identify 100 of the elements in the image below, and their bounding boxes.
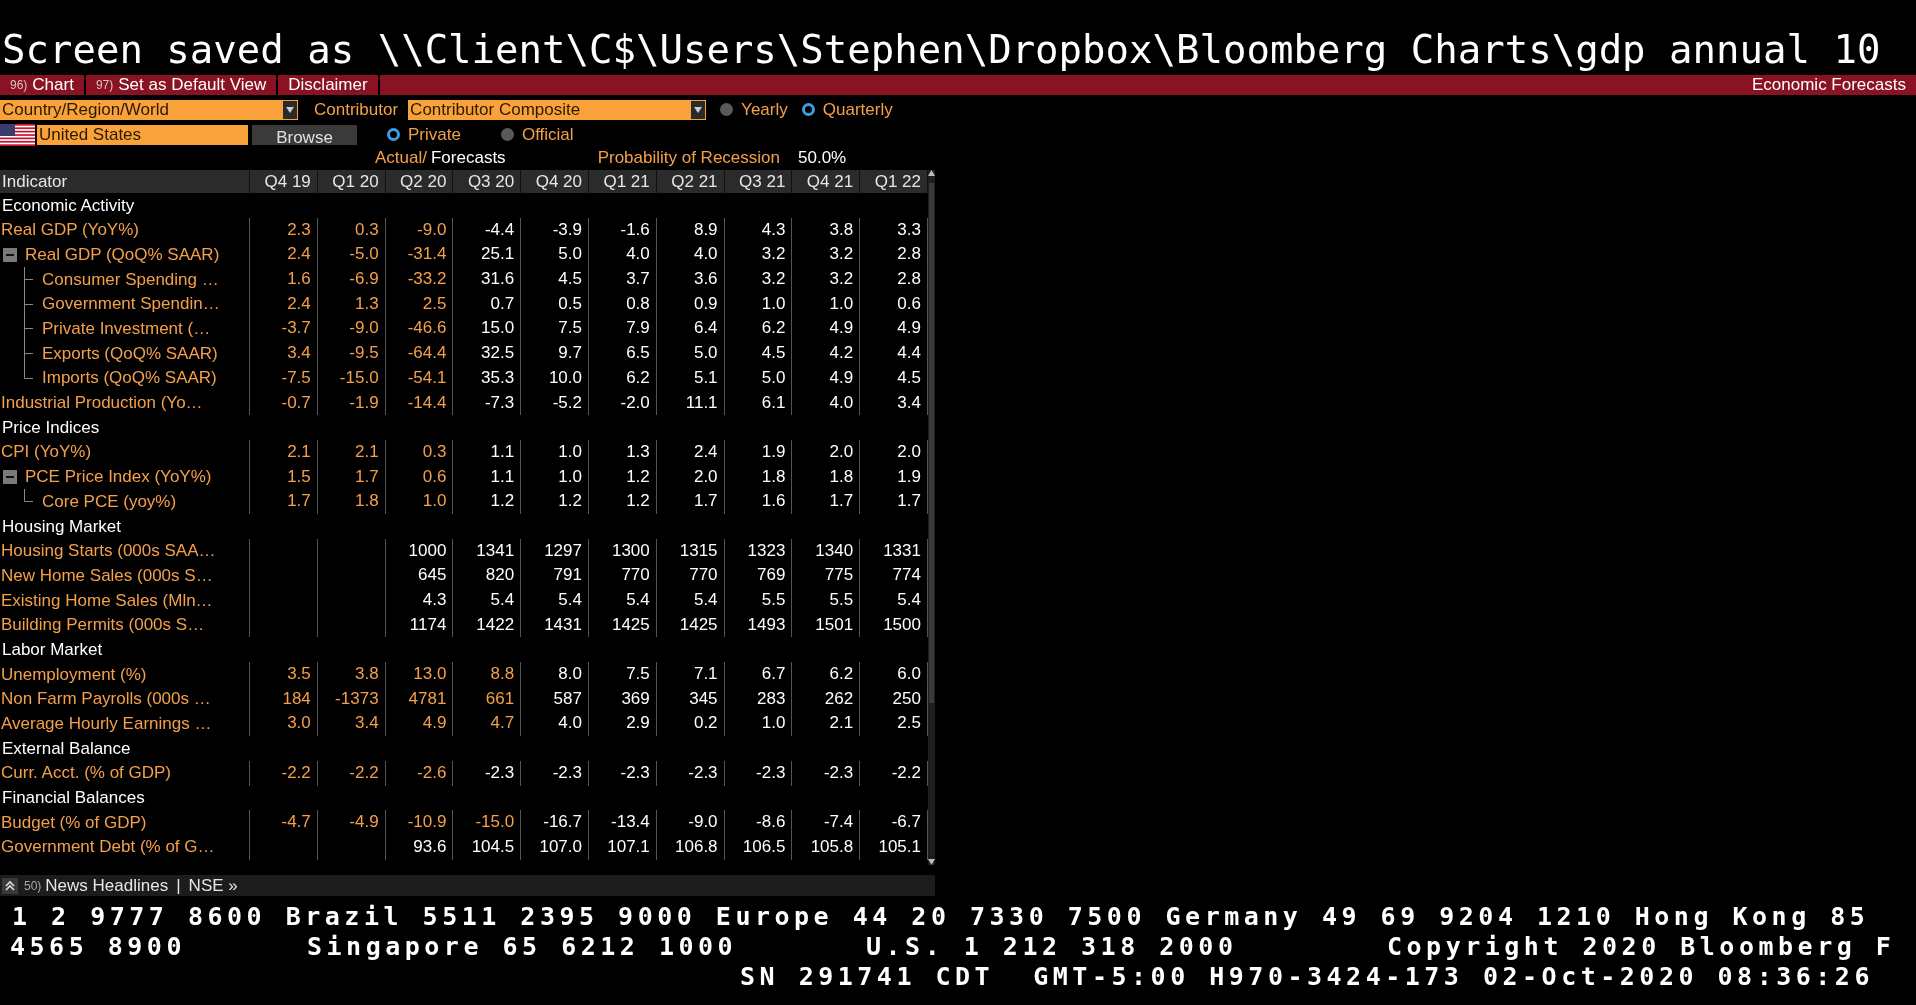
column-header[interactable]: Q3 20 — [453, 170, 522, 193]
radio-option[interactable]: Quarterly — [801, 96, 893, 123]
indicator-label[interactable]: New Home Sales (000s S… — [1, 562, 213, 589]
table-cell: -7.4 — [792, 810, 861, 835]
table-cell: 1297 — [521, 538, 589, 564]
indicator-label[interactable]: Curr. Acct. (% of GDP) — [1, 760, 172, 786]
indicator-label[interactable]: Real GDP (YoY%) — [1, 217, 139, 243]
indicator-label[interactable]: Building Permits (000s S… — [1, 612, 205, 638]
indicator-label[interactable]: Core PCE (yoy%) — [42, 488, 177, 515]
indicator-label[interactable]: CPI (YoY%) — [1, 439, 92, 465]
table-cell: 1323 — [724, 538, 793, 564]
table-cell: -2.2 — [860, 760, 928, 786]
table-cell: 1.7 — [656, 489, 725, 514]
menu-button[interactable]: 96) Chart — [0, 75, 86, 95]
column-header[interactable]: Q1 20 — [317, 170, 386, 193]
table-cell: 2.5 — [385, 291, 454, 317]
indicator-label[interactable]: Budget (% of GDP) — [1, 809, 147, 836]
link[interactable]: NSE » — [188, 872, 238, 899]
section-heading: Labor Market — [1, 638, 103, 661]
separator-text: | — [176, 874, 181, 897]
table-cell: 1.7 — [860, 489, 928, 514]
table-cell: 1.2 — [589, 464, 657, 490]
indicator-label[interactable]: Consumer Spending … — [42, 266, 219, 293]
ticker-text: 1 2 9777 8600 Brazil 5511 2395 9000 Europe 44 20 7330 7500 Germany 49 69 9204 1210 Hong Kong 85 — [12, 902, 1870, 932]
table-cell: 0.9 — [656, 291, 725, 317]
browse-button[interactable]: Browse — [252, 124, 357, 145]
table-cell: 32.5 — [453, 341, 522, 366]
menu-button[interactable]: 97) Set as Default View — [85, 75, 279, 95]
column-header[interactable]: Indicator — [0, 170, 250, 193]
table-cell: 6.4 — [656, 316, 725, 342]
table-cell: 262 — [792, 686, 861, 712]
indicator-label[interactable]: Real GDP (QoQ% SAAR) — [25, 241, 220, 268]
column-header[interactable]: Q4 21 — [792, 170, 861, 193]
table-cell: 9.7 — [521, 341, 589, 366]
table-cell: 0.6 — [385, 464, 454, 490]
table-cell: 2.4 — [250, 291, 318, 317]
collapse-toggle-icon[interactable] — [3, 469, 17, 484]
table-cell: 7.5 — [521, 316, 589, 342]
ticker-text: U.S. 1 212 318 2000 — [866, 932, 1239, 962]
table-cell: 1.1 — [453, 439, 522, 465]
column-header[interactable]: Q2 20 — [385, 170, 454, 193]
indicator-label[interactable]: Average Hourly Earnings … — [1, 711, 212, 737]
indicator-label[interactable]: Housing Starts (000s SAA… — [1, 538, 216, 564]
scroll-down-arrow-icon[interactable] — [928, 859, 935, 865]
table-cell: 4.5 — [724, 341, 793, 366]
dropdown[interactable]: Contributor Composite — [408, 99, 707, 120]
table-cell: 1500 — [860, 612, 928, 638]
table-cell: 645 — [385, 563, 454, 588]
table-cell: 1.6 — [250, 267, 318, 292]
scrollbar[interactable] — [928, 170, 935, 865]
indicator-label[interactable]: Government Debt (% of G… — [1, 834, 215, 860]
table-cell: 106.5 — [724, 834, 793, 860]
news-headlines-label[interactable]: News Headlines — [45, 872, 169, 899]
table-cell: -3.9 — [521, 217, 589, 243]
indicator-label[interactable]: Unemployment (%) — [1, 661, 147, 688]
table-cell: 2.8 — [860, 242, 928, 268]
indicator-label[interactable]: Industrial Production (Yo… — [1, 390, 203, 416]
country-field[interactable]: United States — [37, 124, 248, 145]
table-cell: -9.0 — [317, 316, 386, 342]
menu-button[interactable]: Disclaimer — [278, 75, 380, 95]
indicator-label[interactable]: Imports (QoQ% SAAR) — [42, 365, 217, 391]
column-header[interactable]: Q1 22 — [860, 170, 928, 193]
column-header[interactable]: Q2 21 — [656, 170, 725, 193]
double-chevron-up-icon[interactable] — [2, 877, 18, 894]
table-cell: 3.4 — [860, 390, 928, 416]
table-cell: 770 — [656, 563, 725, 588]
table-cell: 1422 — [453, 612, 522, 638]
collapse-toggle-icon[interactable] — [3, 247, 17, 262]
tree-line — [24, 316, 33, 342]
indicator-label[interactable]: Government Spendin… — [42, 291, 220, 317]
indicator-label[interactable]: Private Investment (… — [42, 316, 211, 342]
indicator-label[interactable]: Exports (QoQ% SAAR) — [42, 340, 218, 367]
radio-option[interactable]: Official — [500, 121, 574, 148]
table-cell: 4.0 — [521, 711, 589, 737]
dropdown[interactable]: Country/Region/World — [0, 99, 298, 120]
radio-option[interactable]: Yearly — [720, 96, 788, 123]
table-cell: 774 — [860, 563, 928, 588]
table-cell: -64.4 — [385, 341, 454, 366]
table-cell: 2.4 — [250, 242, 318, 268]
indicator-label[interactable]: Non Farm Payrolls (000s … — [1, 686, 211, 712]
ticker-text: 4565 8900 — [10, 932, 187, 962]
table-cell: -2.6 — [385, 760, 454, 786]
table-cell: -6.9 — [317, 267, 386, 292]
indicator-label[interactable]: PCE Price Index (YoY%) — [25, 464, 212, 490]
table-cell: -5.2 — [521, 390, 589, 416]
table-cell: 2.1 — [250, 439, 318, 465]
table-cell: 0.7 — [453, 291, 522, 317]
table-cell: -1373 — [317, 686, 386, 712]
column-header[interactable]: Q1 21 — [589, 170, 657, 193]
table-cell: -5.0 — [317, 242, 386, 268]
table-cell: 8.9 — [656, 217, 725, 243]
table-cell: 1493 — [724, 612, 793, 638]
scroll-up-arrow-icon[interactable] — [928, 170, 935, 176]
column-header[interactable]: Q4 19 — [250, 170, 318, 193]
indicator-label[interactable]: Existing Home Sales (Mln… — [1, 587, 213, 614]
column-header[interactable]: Q4 20 — [521, 170, 589, 193]
menu-label: Set as Default View — [118, 75, 267, 95]
column-header[interactable]: Q3 21 — [724, 170, 793, 193]
table-cell: 5.4 — [453, 588, 522, 613]
radio-option[interactable]: Private — [387, 121, 461, 148]
